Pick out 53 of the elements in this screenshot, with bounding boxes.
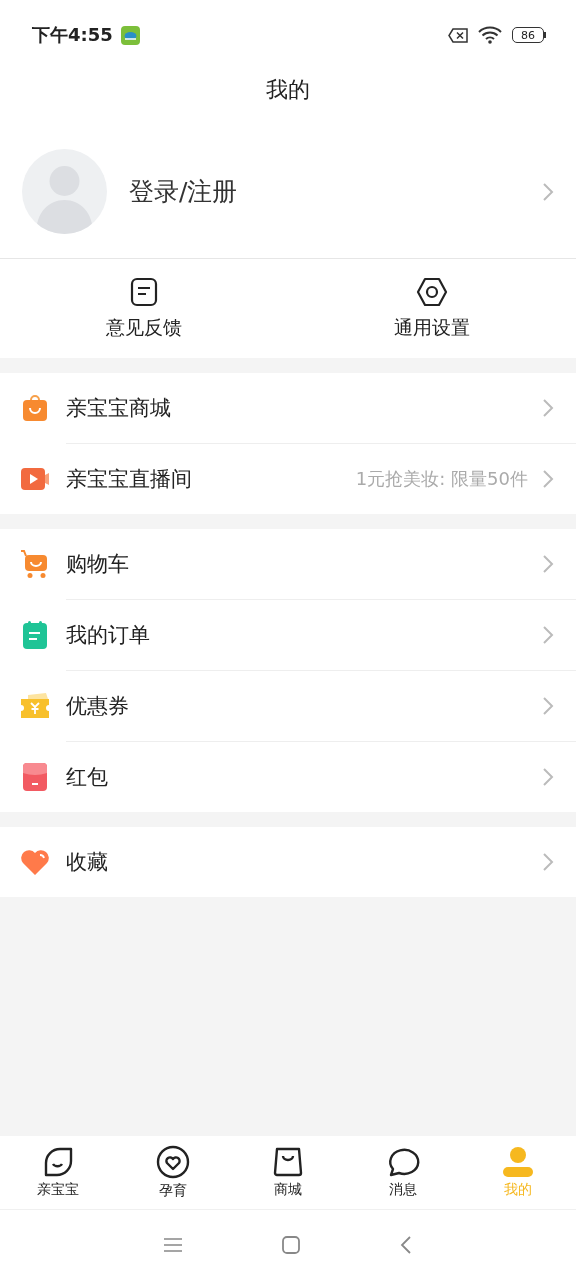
menu-row[interactable]: 红包	[0, 742, 576, 812]
menu-label: 我的订单	[66, 622, 151, 649]
quick-action-button[interactable]: 通用设置	[288, 259, 576, 358]
battery-icon: 86	[512, 27, 546, 43]
menu-icon[interactable]	[164, 1238, 182, 1252]
coupon-icon	[20, 692, 50, 720]
clipboard-icon	[22, 620, 48, 650]
back-icon[interactable]	[400, 1235, 412, 1255]
shopping-bag-icon	[22, 394, 48, 422]
menu-label: 优惠券	[66, 693, 130, 720]
chevron-icon	[542, 852, 554, 872]
shopping-cart-icon	[20, 549, 50, 579]
avatar-placeholder-icon	[22, 149, 107, 234]
chevron-icon	[542, 625, 554, 645]
menu-row[interactable]: 优惠券	[0, 671, 576, 741]
menu-row[interactable]: 购物车	[0, 529, 576, 599]
page-title: 我的	[266, 76, 310, 104]
tab-bar-item[interactable]: 商城	[230, 1136, 346, 1209]
heart-circle-icon	[155, 1145, 190, 1179]
menu-label: 亲宝宝商城	[66, 395, 172, 422]
chevron-icon	[542, 398, 554, 418]
shopping-bag-icon	[272, 1146, 304, 1178]
wifi-icon	[478, 26, 502, 44]
tab-bar-item[interactable]: 孕育	[115, 1136, 231, 1209]
chat-bubble-icon	[386, 1146, 421, 1178]
menu-row[interactable]: 收藏	[0, 827, 576, 897]
menu-row[interactable]: 亲宝宝商城	[0, 373, 576, 443]
menu-label: 红包	[66, 764, 109, 791]
menu-row[interactable]: 我的订单	[0, 600, 576, 670]
settings-icon	[416, 276, 448, 307]
menu-row[interactable]: 亲宝宝直播间 1元抢美妆: 限量50件	[0, 444, 576, 514]
note-icon	[129, 276, 159, 307]
tab-bar-item[interactable]: 消息	[345, 1136, 461, 1209]
login-register-link[interactable]: 登录/注册	[129, 175, 542, 208]
chevron-icon	[542, 554, 554, 574]
envelope-icon	[22, 762, 48, 792]
chevron-icon	[542, 696, 554, 716]
chevron-icon	[542, 469, 554, 489]
heart-icon	[20, 848, 50, 876]
person-icon	[502, 1146, 535, 1178]
tab-bar-item[interactable]: 亲宝宝	[0, 1136, 116, 1209]
promo-note: 1元抢美妆: 限量50件	[355, 467, 528, 491]
no-sim-icon	[448, 27, 468, 43]
video-camera-icon	[20, 467, 50, 491]
chevron-icon	[542, 181, 554, 202]
status-time: 下午4:55	[32, 23, 113, 47]
quick-action-button[interactable]: 意见反馈	[0, 259, 288, 358]
home-button-icon[interactable]	[282, 1236, 300, 1254]
chevron-icon	[542, 767, 554, 787]
app-notification-icon	[120, 25, 140, 45]
menu-label: 购物车	[66, 551, 130, 578]
menu-label: 收藏	[66, 849, 109, 876]
menu-label: 亲宝宝直播间	[66, 466, 193, 493]
